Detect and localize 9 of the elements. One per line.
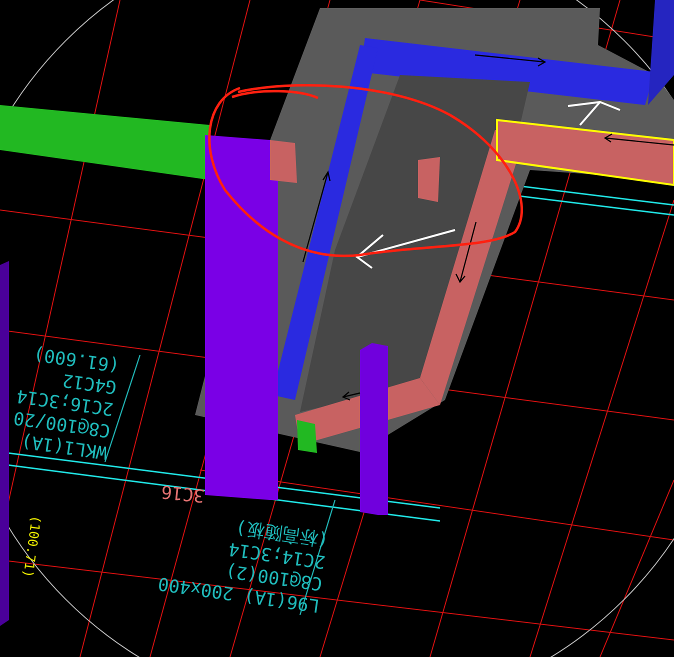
column <box>418 157 440 202</box>
elevation-text: (100.71) <box>19 514 43 579</box>
arrow-icon <box>302 170 331 262</box>
arrow-icon <box>604 133 674 146</box>
bar-count-text: 3C16 <box>160 480 206 506</box>
arrow-icon <box>474 54 546 67</box>
column <box>297 420 317 453</box>
beam-annotation-text: (61.600) <box>32 342 121 376</box>
arrow-icon <box>342 392 360 401</box>
